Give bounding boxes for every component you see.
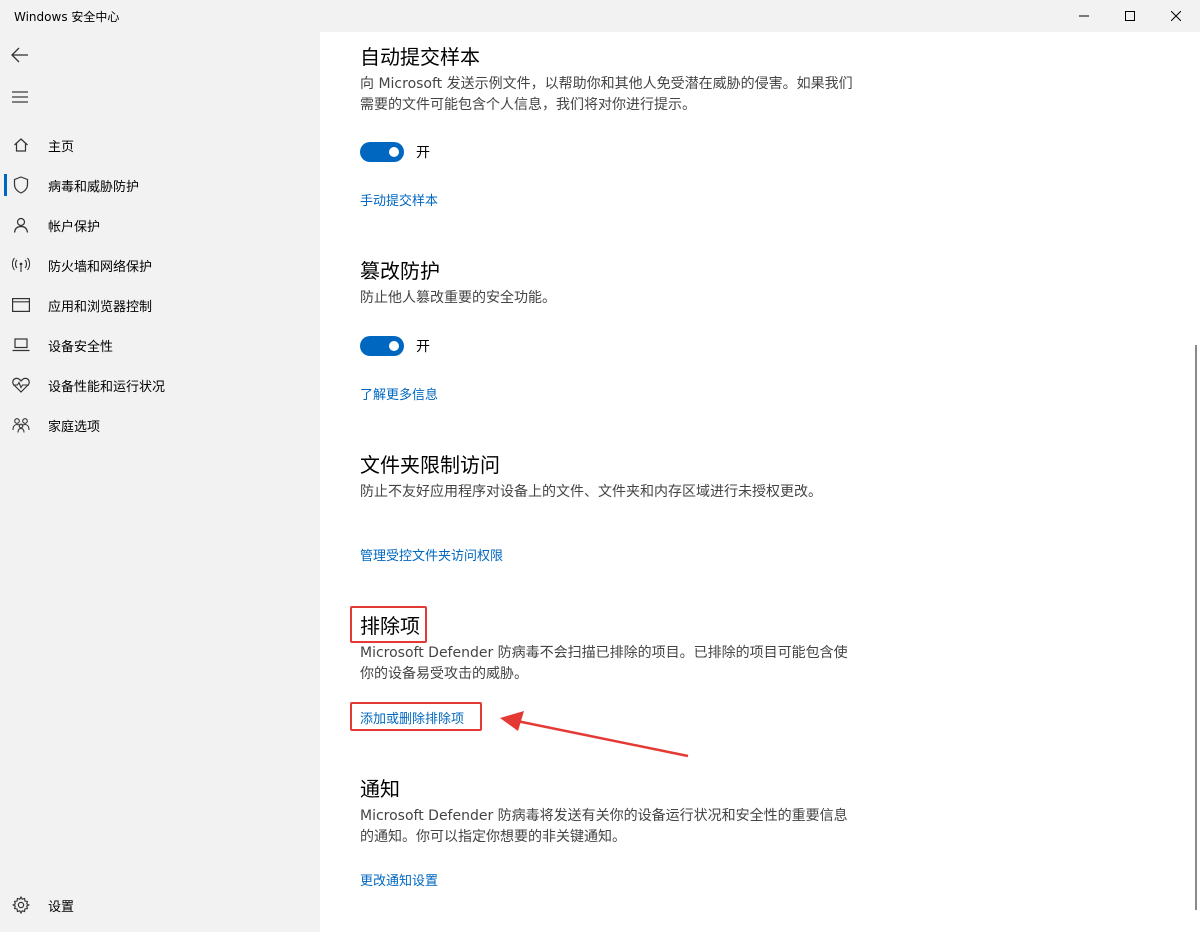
browser-window-icon <box>11 295 31 315</box>
sidebar-item-label: 病毒和威胁防护 <box>48 180 140 195</box>
sidebar-item-app-browser-control[interactable]: 应用和浏览器控制 <box>0 285 320 325</box>
tamper-protection-section: 篡改防护 防止他人篡改重要的安全功能。 <box>360 258 860 309</box>
section-description: 防止不友好应用程序对设备上的文件、文件夹和内存区域进行未授权更改。 <box>360 484 822 500</box>
title-bar: Windows 安全中心 <box>0 0 1200 32</box>
sidebar: 主页 病毒和威胁防护 帐户保护 防火墙和网络保护 应用和浏览器控制 设备安全性 <box>0 32 320 932</box>
sidebar-item-label: 防火墙和网络保护 <box>48 260 153 275</box>
wifi-icon <box>11 255 31 275</box>
section-title: 排除项 <box>360 614 420 638</box>
toggle-knob <box>389 147 399 157</box>
tamper-toggle-row: 开 <box>360 335 430 357</box>
settings-label: 设置 <box>48 900 75 915</box>
family-icon <box>11 415 31 435</box>
learn-more-link[interactable]: 了解更多信息 <box>360 384 438 403</box>
close-button[interactable] <box>1153 0 1199 32</box>
sidebar-item-label: 帐户保护 <box>48 220 101 235</box>
manual-submit-link[interactable]: 手动提交样本 <box>360 190 438 209</box>
gear-icon <box>11 895 31 915</box>
notifications-section: 通知 Microsoft Defender 防病毒将发送有关你的设备运行状况和安… <box>360 776 860 848</box>
main-content: 自动提交样本 向 Microsoft 发送示例文件，以帮助你和其他人免受潜在威胁… <box>320 32 1200 932</box>
vertical-scrollbar[interactable] <box>1195 345 1197 910</box>
toggle-state-label: 开 <box>416 339 430 355</box>
auto-submit-toggle[interactable] <box>360 142 404 162</box>
sidebar-item-label: 家庭选项 <box>48 420 101 435</box>
back-arrow-icon <box>11 47 28 63</box>
section-description: 向 Microsoft 发送示例文件，以帮助你和其他人免受潜在威胁的侵害。如果我… <box>360 76 853 113</box>
minimize-button[interactable] <box>1061 0 1107 32</box>
annotation-arrow <box>500 711 689 758</box>
folder-access-section: 文件夹限制访问 防止不友好应用程序对设备上的文件、文件夹和内存区域进行未授权更改… <box>360 452 860 503</box>
maximize-button[interactable] <box>1107 0 1153 32</box>
tamper-protection-toggle[interactable] <box>360 336 404 356</box>
auto-submit-section: 自动提交样本 向 Microsoft 发送示例文件，以帮助你和其他人免受潜在威胁… <box>360 44 860 116</box>
close-icon <box>1171 11 1181 21</box>
sidebar-item-label: 设备性能和运行状况 <box>48 380 166 395</box>
manage-folder-access-link[interactable]: 管理受控文件夹访问权限 <box>360 545 503 564</box>
auto-submit-toggle-row: 开 <box>360 141 430 163</box>
sidebar-item-home[interactable]: 主页 <box>0 125 320 165</box>
sidebar-item-label: 应用和浏览器控制 <box>48 300 153 315</box>
sidebar-item-firewall[interactable]: 防火墙和网络保护 <box>0 245 320 285</box>
toggle-state-label: 开 <box>416 145 430 161</box>
section-title: 文件夹限制访问 <box>360 453 500 477</box>
shield-icon <box>11 175 31 195</box>
sidebar-item-settings[interactable]: 设置 <box>0 885 320 925</box>
home-icon <box>11 135 31 155</box>
maximize-icon <box>1125 11 1135 21</box>
heart-pulse-icon <box>11 375 31 395</box>
exclusions-title-highlight <box>350 606 427 643</box>
sidebar-item-device-security[interactable]: 设备安全性 <box>0 325 320 365</box>
window-title: Windows 安全中心 <box>14 10 120 24</box>
section-title: 篡改防护 <box>360 259 440 283</box>
laptop-icon <box>11 335 31 355</box>
hamburger-menu-button[interactable] <box>0 77 40 117</box>
minimize-icon <box>1079 15 1089 17</box>
section-description: Microsoft Defender 防病毒将发送有关你的设备运行状况和安全性的… <box>360 808 848 845</box>
person-icon <box>11 215 31 235</box>
sidebar-item-account-protection[interactable]: 帐户保护 <box>0 205 320 245</box>
exclusions-link-highlight <box>350 702 482 731</box>
sidebar-item-virus-protection[interactable]: 病毒和威胁防护 <box>0 165 320 205</box>
section-description: Microsoft Defender 防病毒不会扫描已排除的项目。已排除的项目可… <box>360 645 848 682</box>
exclusions-section: 排除项 Microsoft Defender 防病毒不会扫描已排除的项目。已排除… <box>360 613 860 685</box>
change-notification-settings-link[interactable]: 更改通知设置 <box>360 870 438 889</box>
section-description: 防止他人篡改重要的安全功能。 <box>360 290 556 306</box>
section-title: 自动提交样本 <box>360 45 480 69</box>
sidebar-item-label: 主页 <box>48 140 75 155</box>
sidebar-item-label: 设备安全性 <box>48 340 114 355</box>
sidebar-item-device-performance[interactable]: 设备性能和运行状况 <box>0 365 320 405</box>
toggle-knob <box>389 341 399 351</box>
sidebar-item-family-options[interactable]: 家庭选项 <box>0 405 320 445</box>
hamburger-icon <box>12 91 28 103</box>
section-title: 通知 <box>360 777 400 801</box>
back-button[interactable] <box>0 35 40 75</box>
